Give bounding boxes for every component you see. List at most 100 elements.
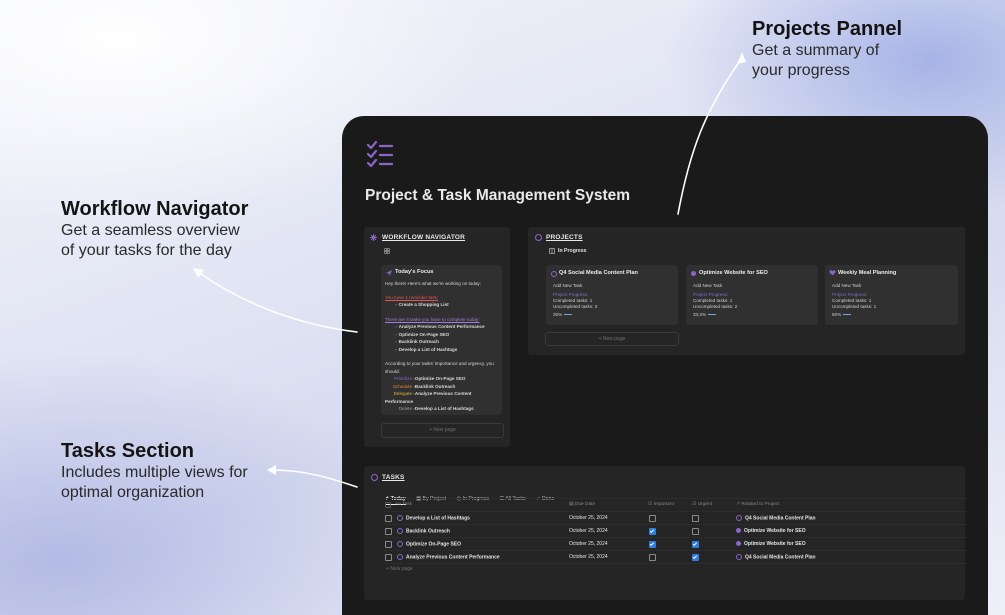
reminder-item[interactable]: ▫ Create a Shopping List — [395, 301, 449, 309]
important-checkbox[interactable] — [649, 541, 656, 548]
important-checkbox[interactable] — [649, 554, 656, 561]
project-circle-icon — [736, 515, 742, 521]
send-arrow-icon — [386, 270, 392, 276]
completed-count: Completed tasks: 1 — [553, 298, 593, 303]
urgent-checkbox[interactable] — [692, 515, 699, 522]
due-date: October 25, 2024 — [569, 554, 608, 560]
task-name[interactable]: Develop a List of Hashtags — [397, 515, 470, 521]
tasks-panel: TASKS ↱ Today ▦ By Project ◷ In Progress… — [364, 466, 967, 600]
workflow-arrowhead — [193, 268, 204, 278]
projects-arrowhead — [737, 52, 746, 64]
workflow-callout-line2: of your tasks for the day — [61, 242, 232, 259]
project-name: Weekly Meal Planning — [838, 270, 897, 276]
workflow-callout: Workflow Navigator Get a seamless overvi… — [61, 198, 248, 261]
related-project[interactable]: Optimize Website for SEO — [736, 528, 806, 534]
circle-icon — [371, 474, 378, 481]
greeting-text: Hey there! Here's what we're working on … — [385, 281, 481, 286]
focus-task-item[interactable]: ▫ Optimize On-Page SEO — [395, 331, 485, 339]
workflow-new-page-button[interactable]: + New page — [381, 423, 504, 438]
due-date: October 25, 2024 — [569, 541, 608, 547]
column-header-urgent[interactable]: ☑ Urgent — [692, 502, 712, 507]
projects-new-page-button[interactable]: + New page — [545, 332, 679, 346]
add-task-button[interactable]: Add New Task — [832, 283, 861, 288]
workflow-navigator-header[interactable]: WORKFLOW NAVIGATOR — [382, 234, 465, 241]
progress-value: 25% — [553, 312, 573, 317]
project-card[interactable]: Optimize Website for SEO Add New Task Pr… — [686, 265, 818, 325]
workflow-callout-line1: Get a seamless overview — [61, 222, 240, 239]
completed-count: Completed tasks: 1 — [832, 298, 872, 303]
table-row[interactable]: Develop a List of Hashtags October 25, 2… — [384, 511, 967, 525]
checklist-logo-icon — [366, 140, 394, 168]
todays-focus-card[interactable]: Today's Focus Hey there! Here's what we'… — [381, 265, 502, 415]
tasks-new-page-button[interactable]: + New page — [386, 566, 413, 572]
uncompleted-count: Uncompleted tasks: 1 — [832, 304, 877, 309]
urgent-checkbox[interactable] — [692, 528, 699, 535]
due-date: October 25, 2024 — [569, 515, 608, 521]
page-title: Project & Task Management System — [365, 187, 631, 204]
progress-bar — [564, 314, 573, 316]
projects-header[interactable]: PROJECTS — [546, 234, 583, 241]
table-row[interactable]: Analyze Previous Content Performance Oct… — [384, 550, 967, 564]
completed-count: Completed tasks: 1 — [693, 298, 733, 303]
task-name[interactable]: Analyze Previous Content Performance — [397, 554, 500, 560]
project-card[interactable]: Weekly Meal Planning Add New Task Projec… — [825, 265, 958, 325]
progress-value: 33.3% — [693, 312, 717, 317]
related-project[interactable]: Q4 Social Media Content Plan — [736, 515, 816, 521]
table-row[interactable]: Optimize On-Page SEO October 25, 2024 Op… — [384, 537, 967, 551]
tasks-callout-line2: optimal organization — [61, 484, 205, 501]
related-project[interactable]: Optimize Website for SEO — [736, 541, 806, 547]
row-select-checkbox[interactable] — [385, 541, 392, 548]
focus-task-item[interactable]: ▫ Backlink Outreach — [395, 338, 485, 346]
add-task-button[interactable]: Add New Task — [553, 283, 582, 288]
app-window: Project & Task Management System WORKFLO… — [342, 116, 988, 615]
projects-callout-line1: Get a summary of — [752, 42, 880, 59]
column-header-task[interactable]: Aa Task — [395, 502, 412, 507]
projects-panel: PROJECTS In Progress Q4 Social Media Con… — [528, 227, 965, 355]
important-checkbox[interactable] — [649, 528, 656, 535]
project-filled-circle-icon — [736, 528, 741, 534]
row-select-checkbox[interactable] — [385, 515, 392, 522]
tasks-callout: Tasks Section Includes multiple views fo… — [61, 440, 248, 503]
project-filled-circle-icon — [736, 541, 741, 547]
project-card[interactable]: Q4 Social Media Content Plan Add New Tas… — [546, 265, 678, 325]
table-row[interactable]: Backlink Outreach October 25, 2024 Optim… — [384, 524, 967, 538]
workflow-callout-heading: Workflow Navigator — [61, 198, 249, 220]
urgent-checkbox[interactable] — [692, 554, 699, 561]
projects-callout-line2: your progress — [752, 62, 850, 79]
column-header-important[interactable]: ☑ Important — [648, 502, 674, 507]
select-all-checkbox[interactable] — [385, 502, 391, 508]
project-name: Optimize Website for SEO — [699, 270, 768, 276]
column-header-related-project[interactable]: ↗ Related to Project — [736, 502, 780, 507]
row-select-checkbox[interactable] — [385, 554, 392, 561]
focus-task-item[interactable]: ▫ Develop a List of Hashtags — [395, 346, 485, 354]
focus-task-list: ▫ Analyze Previous Content Performance ▫ O… — [395, 323, 485, 353]
tasks-callout-heading: Tasks Section — [61, 440, 195, 462]
table-divider — [384, 563, 967, 564]
urgent-checkbox[interactable] — [692, 541, 699, 548]
project-progress-label: Project Progress: — [693, 292, 729, 297]
focus-task-item[interactable]: ▫ Analyze Previous Content Performance — [395, 323, 485, 331]
important-checkbox[interactable] — [649, 515, 656, 522]
projects-view-tab[interactable]: In Progress — [558, 248, 587, 254]
task-name[interactable]: Backlink Outreach — [397, 528, 450, 534]
circle-icon — [535, 234, 542, 241]
task-circle-icon — [397, 541, 403, 547]
row-select-checkbox[interactable] — [385, 528, 392, 535]
projects-callout-heading: Projects Pannel — [752, 18, 903, 40]
eisenhower-list: Prioritize ▫Optimize On-Page SEO Schedul… — [385, 376, 474, 412]
progress-bar — [708, 314, 717, 316]
task-circle-icon — [397, 515, 403, 521]
project-name: Q4 Social Media Content Plan — [559, 270, 638, 276]
column-header-due-date[interactable]: ▤ Due Date — [569, 502, 595, 507]
tasks-arrowhead — [267, 465, 276, 475]
add-task-button[interactable]: Add New Task — [693, 283, 722, 288]
related-project[interactable]: Q4 Social Media Content Plan — [736, 554, 816, 560]
gallery-view-icon[interactable] — [384, 248, 390, 254]
tasks-header[interactable]: TASKS — [382, 474, 405, 481]
tasks-callout-line1: Includes multiple views for — [61, 464, 248, 481]
workflow-arrow — [197, 271, 358, 333]
table-header-row: Aa Task ▤ Due Date ☑ Important ☑ Urgent … — [384, 498, 967, 510]
project-circle-icon — [551, 271, 557, 277]
task-name[interactable]: Optimize On-Page SEO — [397, 541, 461, 547]
sparkle-icon — [370, 234, 377, 241]
